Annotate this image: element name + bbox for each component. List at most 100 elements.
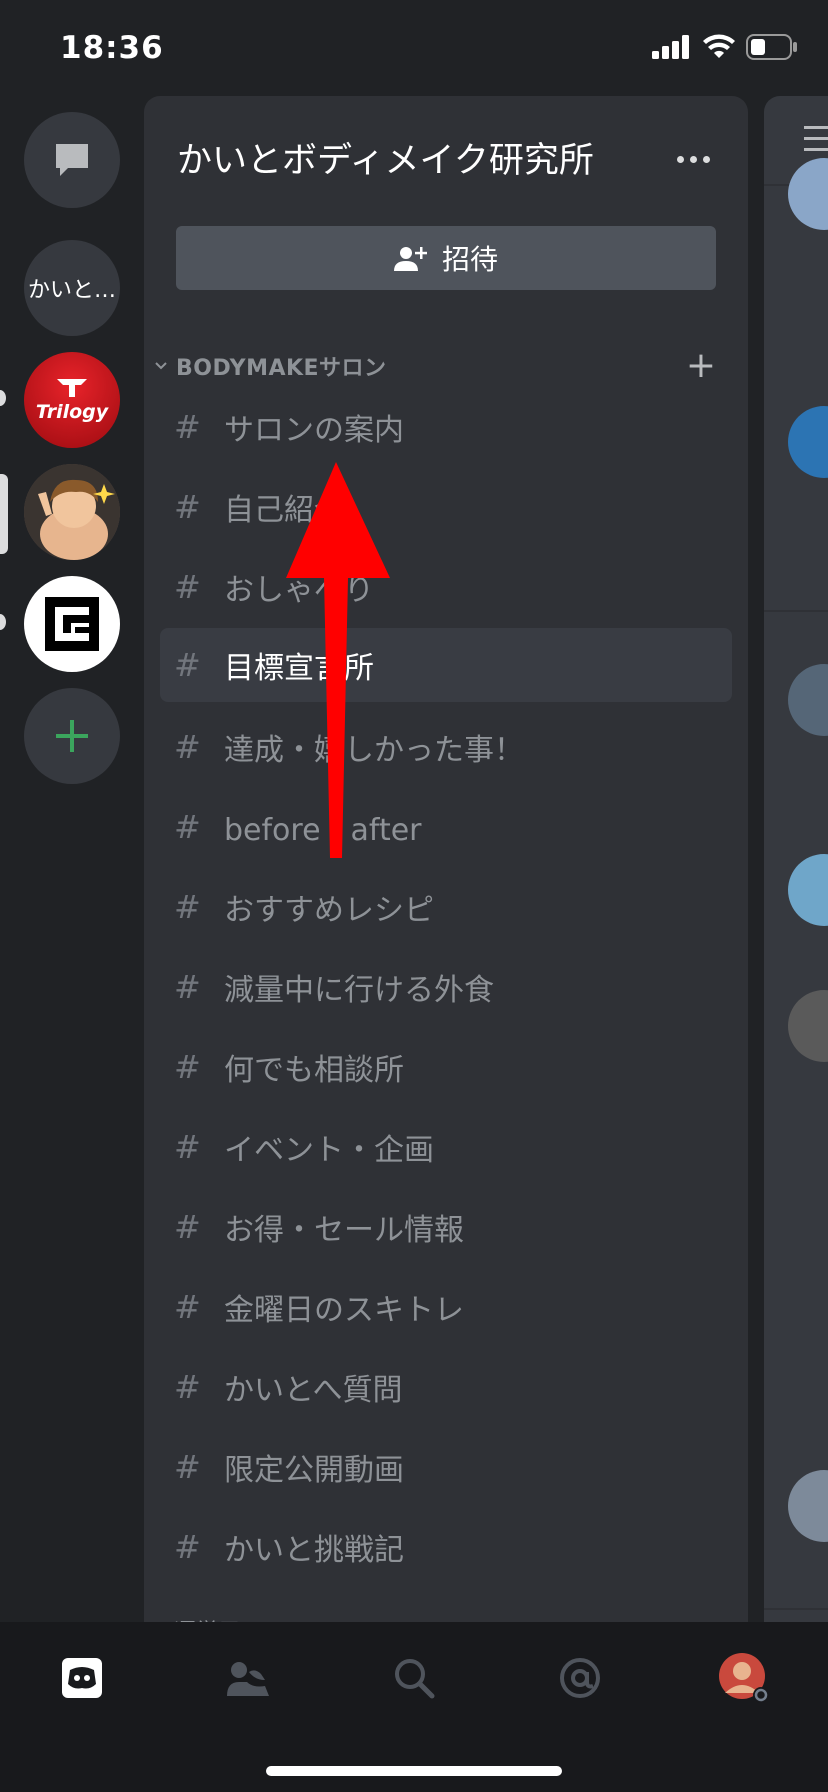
channel-item[interactable]: # 限定公開動画 [160, 1430, 732, 1504]
avatar [788, 158, 828, 230]
channel-item[interactable]: # かいと挑戦記 [160, 1510, 732, 1584]
channel-panel: かいとボディメイク研究所 招待 BODYMAKEサロン + # サロンの案内 # 自… [144, 96, 748, 1622]
hash-icon: # [174, 1048, 201, 1086]
channel-name: 何でも相談所 [224, 1053, 404, 1088]
channel-item[interactable]: # おしゃべり [160, 550, 732, 624]
channel-name: お得・セール情報 [224, 1213, 464, 1248]
hash-icon: # [174, 1208, 201, 1246]
hamburger-icon [804, 126, 828, 151]
channel-item[interactable]: # before・after [160, 790, 732, 864]
chat-view-peek[interactable] [764, 96, 828, 1622]
hash-icon: # [174, 1288, 201, 1326]
add-server-button[interactable] [24, 688, 120, 784]
server-kaito[interactable]: かいと… [24, 240, 120, 336]
channel-item[interactable]: # 達成・嬉しかった事！ [160, 710, 732, 784]
channel-name: 金曜日のスキトレ [224, 1293, 464, 1328]
status-bar: 18:36 [0, 0, 828, 96]
search-icon [395, 1659, 435, 1699]
channel-name: かいとへ質問 [224, 1373, 403, 1408]
hash-icon: # [174, 568, 201, 606]
at-sign-icon [560, 1658, 600, 1698]
channel-item[interactable]: # 金曜日のスキトレ [160, 1270, 732, 1344]
tab-home[interactable] [52, 1648, 112, 1708]
invite-label: 招待 [441, 243, 498, 276]
channel-name: 限定公開動画 [224, 1453, 404, 1488]
channel-name: かいと挑戦記 [224, 1533, 404, 1568]
chat-bubble-icon [56, 144, 88, 176]
server-avatar-icon [24, 464, 120, 560]
channel-name: 自己紹介 [224, 493, 344, 528]
g-logo-icon [45, 597, 99, 651]
server-trilogy-label: Trilogy [35, 401, 109, 423]
hash-icon: # [174, 1128, 201, 1166]
hash-icon: # [174, 968, 201, 1006]
channel-item[interactable]: # 自己紹介 [160, 470, 732, 544]
channel-name: before・after [224, 813, 422, 848]
hash-icon: # [174, 888, 201, 926]
hash-icon: # [174, 1448, 201, 1486]
discord-logo-icon [62, 1658, 102, 1698]
more-options-button[interactable] [677, 156, 710, 163]
channel-item[interactable]: # イベント・企画 [160, 1110, 732, 1184]
avatar [788, 406, 828, 478]
friends-icon [227, 1662, 269, 1696]
channel-name: イベント・企画 [224, 1133, 434, 1168]
status-time: 18:36 [60, 30, 164, 66]
server-bodymake[interactable] [24, 464, 120, 560]
chevron-down-icon [155, 362, 167, 370]
channel-item[interactable]: # 減量中に行ける外食 [160, 950, 732, 1024]
server-kaito-label: かいと… [27, 278, 116, 303]
cellular-signal-icon [652, 35, 689, 59]
hash-icon: # [174, 808, 201, 846]
battery-icon [746, 34, 797, 60]
hash-icon: # [174, 728, 201, 766]
avatar [788, 990, 828, 1062]
channel-item-selected[interactable]: # 目標宣言所 [160, 628, 732, 702]
add-channel-button[interactable]: + [686, 346, 716, 386]
channel-name: 減量中に行ける外食 [224, 973, 494, 1008]
channel-item[interactable]: # かいとへ質問 [160, 1350, 732, 1424]
home-indicator [266, 1766, 562, 1776]
tab-mentions[interactable] [550, 1648, 610, 1708]
trilogy-logo-icon [57, 379, 87, 397]
category-label: BODYMAKEサロン [176, 356, 387, 381]
channel-item[interactable]: # おすすめレシピ [160, 870, 732, 944]
tab-profile[interactable] [714, 1648, 774, 1708]
wifi-icon [703, 34, 735, 58]
category-header[interactable]: BODYMAKEサロン + [154, 346, 734, 386]
selected-server-indicator [0, 474, 8, 554]
channel-name: 達成・嬉しかった事！ [224, 733, 524, 768]
channel-name: おしゃべり [224, 573, 374, 608]
unread-indicator [0, 390, 6, 406]
unread-indicator [0, 614, 6, 630]
channel-name: おすすめレシピ [224, 893, 434, 928]
server-g[interactable] [24, 576, 120, 672]
avatar [788, 854, 828, 926]
category-header-2[interactable]: 運営用 [174, 1614, 240, 1622]
avatar [788, 664, 828, 736]
divider [764, 1608, 828, 1610]
channel-item[interactable]: # お得・セール情報 [160, 1190, 732, 1264]
channel-item[interactable]: # 何でも相談所 [160, 1030, 732, 1104]
channel-name: 目標宣言所 [224, 651, 374, 686]
server-trilogy[interactable]: Trilogy [24, 352, 120, 448]
invite-button[interactable]: 招待 [176, 226, 716, 290]
add-person-icon [393, 247, 427, 271]
server-name: かいとボディメイク研究所 [177, 141, 594, 181]
server-rail: かいと… Trilogy [0, 96, 144, 1622]
hash-icon: # [174, 1528, 201, 1566]
direct-messages-button[interactable] [24, 112, 120, 208]
hash-icon: # [174, 646, 201, 684]
avatar [788, 1470, 828, 1542]
hash-icon: # [174, 408, 201, 446]
channel-item[interactable]: # サロンの案内 [160, 390, 732, 464]
tab-search[interactable] [384, 1648, 444, 1708]
hash-icon: # [174, 1368, 201, 1406]
hash-icon: # [174, 488, 201, 526]
status-icons [652, 34, 798, 60]
divider [764, 610, 828, 612]
channel-name: サロンの案内 [224, 413, 404, 448]
tab-friends[interactable] [218, 1648, 278, 1708]
user-avatar-icon [719, 1653, 769, 1703]
plus-icon [56, 720, 88, 752]
